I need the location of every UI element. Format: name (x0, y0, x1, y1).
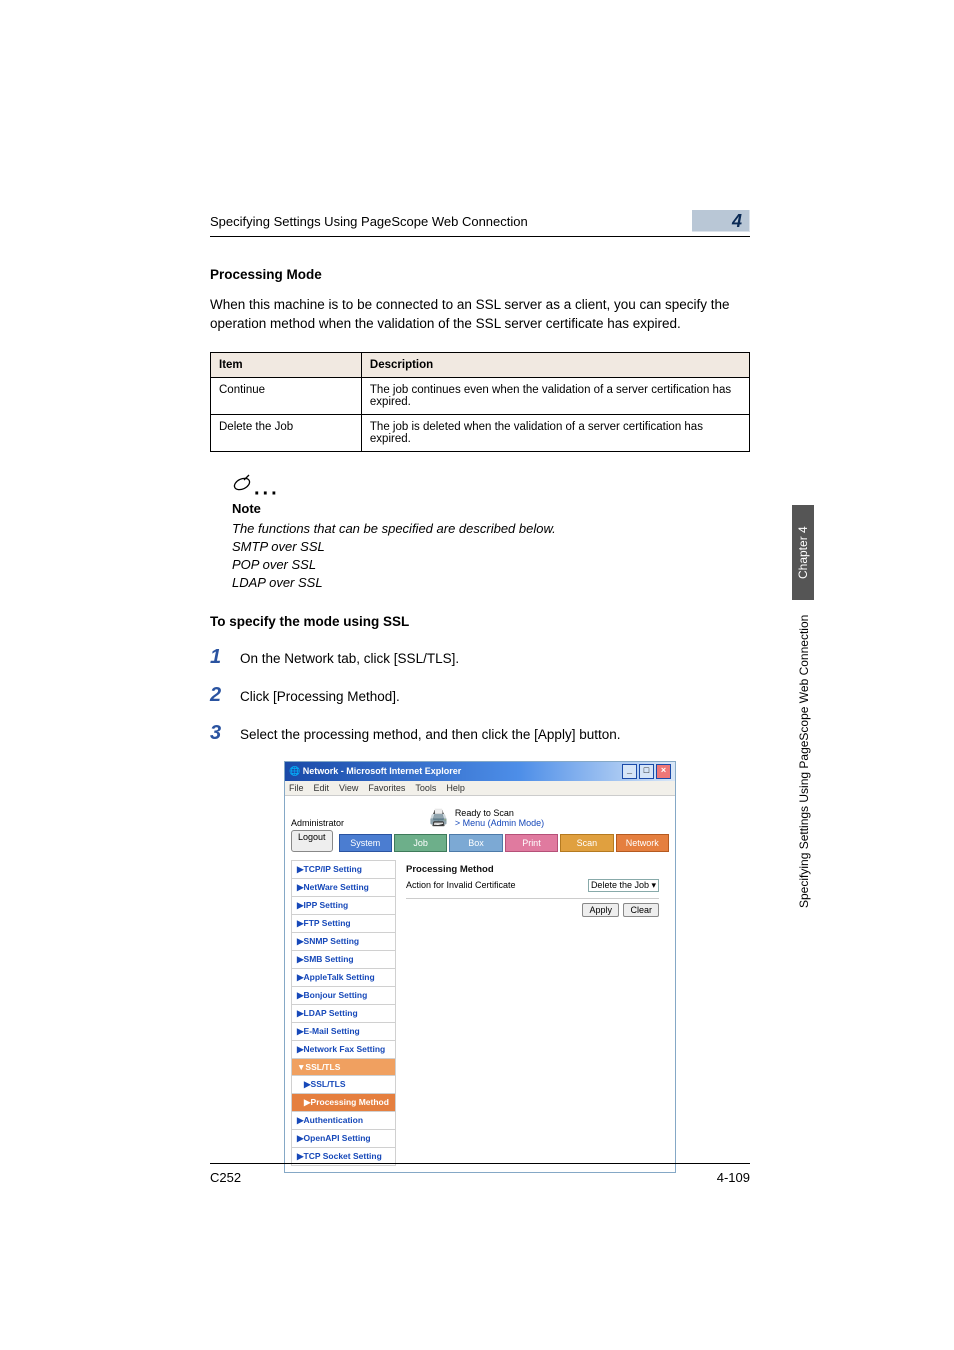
th-item: Item (211, 352, 362, 377)
tab-system[interactable]: System (339, 834, 392, 852)
sidebar-item-appletalk[interactable]: ▶AppleTalk Setting (291, 969, 396, 987)
step-text: Click [Processing Method]. (240, 685, 400, 707)
tab-job[interactable]: Job (394, 834, 447, 852)
admin-label: Administrator (291, 818, 344, 828)
footer-left: C252 (210, 1170, 241, 1185)
step: 1 On the Network tab, click [SSL/TLS]. (210, 647, 750, 669)
step-number: 3 (210, 723, 240, 745)
subhead: To specify the mode using SSL (210, 614, 750, 629)
sidebar-item-processing-method[interactable]: ▶Processing Method (291, 1094, 396, 1112)
tab-print[interactable]: Print (505, 834, 558, 852)
field-label: Action for Invalid Certificate (406, 880, 516, 890)
sidebar-item-email[interactable]: ▶E-Mail Setting (291, 1023, 396, 1041)
sidebar-item-netware[interactable]: ▶NetWare Setting (291, 879, 396, 897)
close-button[interactable]: × (656, 764, 671, 779)
table-row: Continue The job continues even when the… (211, 377, 750, 414)
side-vertical-text: Specifying Settings Using PageScope Web … (797, 615, 811, 1045)
panel-heading: Processing Method (406, 864, 659, 875)
browser-menubar: File Edit View Favorites Tools Help (285, 781, 675, 796)
step: 3 Select the processing method, and then… (210, 723, 750, 745)
step-text: Select the processing method, and then c… (240, 723, 620, 745)
mode-link[interactable]: > Menu (Admin Mode) (455, 818, 544, 828)
maximize-button[interactable]: □ (639, 764, 654, 779)
ready-text: Ready to Scan (455, 808, 544, 818)
table-row: Delete the Job The job is deleted when t… (211, 414, 750, 451)
window-titlebar: 🌐 Network - Microsoft Internet Explorer … (285, 762, 675, 781)
tab-scan[interactable]: Scan (560, 834, 613, 852)
footer-right: 4-109 (717, 1170, 750, 1185)
sidebar-item-snmp[interactable]: ▶SNMP Setting (291, 933, 396, 951)
logout-button[interactable]: Logout (291, 830, 333, 852)
menu-edit[interactable]: Edit (314, 783, 330, 793)
sidebar-item-tcpip[interactable]: ▶TCP/IP Setting (291, 860, 396, 879)
sidebar-nav: ▶TCP/IP Setting ▶NetWare Setting ▶IPP Se… (291, 860, 396, 1166)
sidebar-item-ipp[interactable]: ▶IPP Setting (291, 897, 396, 915)
th-desc: Description (361, 352, 749, 377)
note-label: Note (232, 501, 750, 516)
clear-button[interactable]: Clear (623, 903, 659, 917)
sidebar-item-ftp[interactable]: ▶FTP Setting (291, 915, 396, 933)
minimize-button[interactable]: _ (622, 764, 637, 779)
intro-paragraph: When this machine is to be connected to … (210, 296, 750, 334)
divider (406, 898, 659, 899)
menu-file[interactable]: File (289, 783, 304, 793)
menu-favorites[interactable]: Favorites (368, 783, 405, 793)
tab-network[interactable]: Network (616, 834, 669, 852)
sidebar-item-authentication[interactable]: ▶Authentication (291, 1112, 396, 1130)
tab-box[interactable]: Box (449, 834, 502, 852)
td-item: Continue (211, 377, 362, 414)
sidebar-item-ldap[interactable]: ▶LDAP Setting (291, 1005, 396, 1023)
browser-screenshot: 🌐 Network - Microsoft Internet Explorer … (284, 761, 676, 1173)
page-badge: 4 (692, 210, 750, 232)
section-title: Processing Mode (210, 267, 750, 282)
menu-tools[interactable]: Tools (415, 783, 436, 793)
td-desc: The job continues even when the validati… (361, 377, 749, 414)
running-title: Specifying Settings Using PageScope Web … (210, 214, 528, 229)
sidebar-item-ssltls[interactable]: ▶SSL/TLS (291, 1076, 396, 1094)
td-item: Delete the Job (211, 414, 362, 451)
window-title: 🌐 Network - Microsoft Internet Explorer (289, 766, 461, 777)
description-table: Item Description Continue The job contin… (210, 352, 750, 452)
sidebar-item-smb[interactable]: ▶SMB Setting (291, 951, 396, 969)
note-body: The functions that can be specified are … (210, 520, 750, 593)
td-desc: The job is deleted when the validation o… (361, 414, 749, 451)
menu-view[interactable]: View (339, 783, 358, 793)
footer-rule (210, 1163, 750, 1164)
invalid-cert-select[interactable]: Delete the Job ▾ (588, 879, 659, 892)
menu-help[interactable]: Help (446, 783, 465, 793)
sidebar-item-bonjour[interactable]: ▶Bonjour Setting (291, 987, 396, 1005)
sidebar-item-ssltls-group[interactable]: ▼SSL/TLS (291, 1059, 396, 1076)
step-text: On the Network tab, click [SSL/TLS]. (240, 647, 459, 669)
side-chapter-tab: Chapter 4 (792, 505, 814, 600)
step-number: 1 (210, 647, 240, 669)
sidebar-item-openapi[interactable]: ▶OpenAPI Setting (291, 1130, 396, 1148)
note-block: ... Note (232, 474, 750, 516)
header-rule (210, 236, 750, 237)
step-number: 2 (210, 685, 240, 707)
status-icon: 🖨️ (429, 808, 449, 828)
step: 2 Click [Processing Method]. (210, 685, 750, 707)
note-icon (232, 474, 252, 499)
apply-button[interactable]: Apply (582, 903, 619, 917)
sidebar-item-networkfax[interactable]: ▶Network Fax Setting (291, 1041, 396, 1059)
